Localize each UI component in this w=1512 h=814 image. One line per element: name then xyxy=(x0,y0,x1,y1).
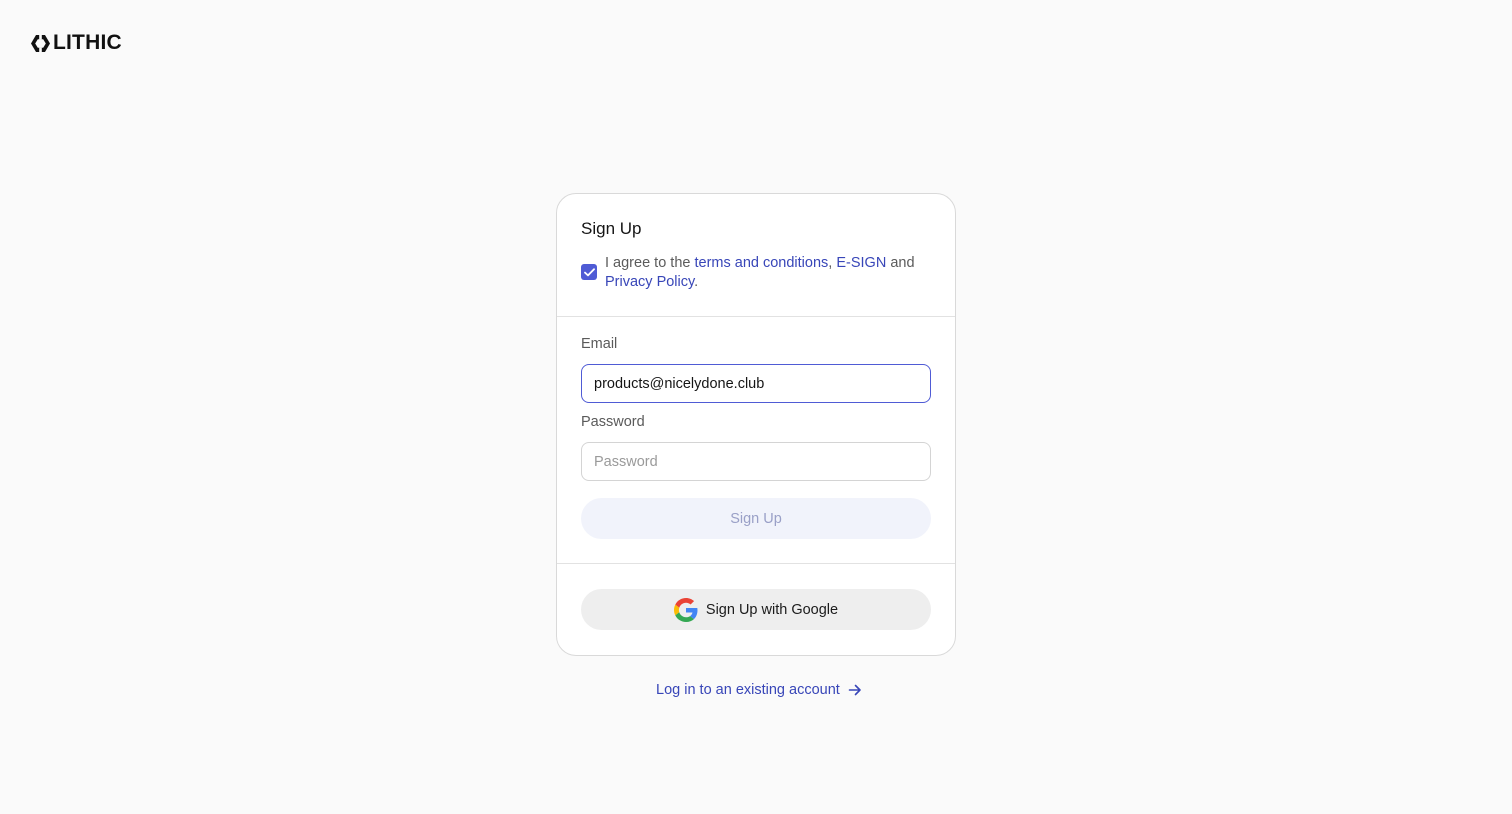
agreement-prefix: I agree to the xyxy=(605,255,695,271)
password-field[interactable] xyxy=(581,442,931,481)
terms-link[interactable]: terms and conditions xyxy=(694,255,828,271)
signup-card: Sign Up I agree to the terms and conditi… xyxy=(556,193,956,656)
credentials-section: Email Password Sign Up xyxy=(557,317,955,564)
email-field[interactable] xyxy=(581,364,931,403)
lithic-logo-icon xyxy=(31,34,50,52)
arrow-right-icon xyxy=(848,684,861,696)
check-icon xyxy=(583,267,595,276)
agreement-period: . xyxy=(694,274,699,290)
agreement-row: I agree to the terms and conditions, E-S… xyxy=(581,254,925,292)
brand-name: LITHIC xyxy=(53,31,122,54)
login-link-label: Log in to an existing account xyxy=(656,682,840,698)
agree-checkbox[interactable] xyxy=(581,264,597,280)
sign-up-button[interactable]: Sign Up xyxy=(581,498,931,539)
password-label: Password xyxy=(581,414,645,430)
google-icon xyxy=(673,597,698,622)
privacy-policy-link[interactable]: Privacy Policy xyxy=(605,274,694,290)
login-existing-account-link[interactable]: Log in to an existing account xyxy=(656,682,862,698)
agreement-and: and xyxy=(886,255,915,271)
sign-up-with-google-button[interactable]: Sign Up with Google xyxy=(581,589,931,630)
google-button-label: Sign Up with Google xyxy=(705,601,839,618)
page-title: Sign Up xyxy=(581,219,642,238)
brand-logo[interactable]: LITHIC xyxy=(31,31,122,54)
esign-link[interactable]: E-SIGN xyxy=(836,255,886,271)
oauth-section: Sign Up with Google xyxy=(557,564,955,655)
agreement-text: I agree to the terms and conditions, E-S… xyxy=(605,254,925,292)
agreement-section: Sign Up I agree to the terms and conditi… xyxy=(557,194,955,317)
email-label: Email xyxy=(581,336,618,352)
